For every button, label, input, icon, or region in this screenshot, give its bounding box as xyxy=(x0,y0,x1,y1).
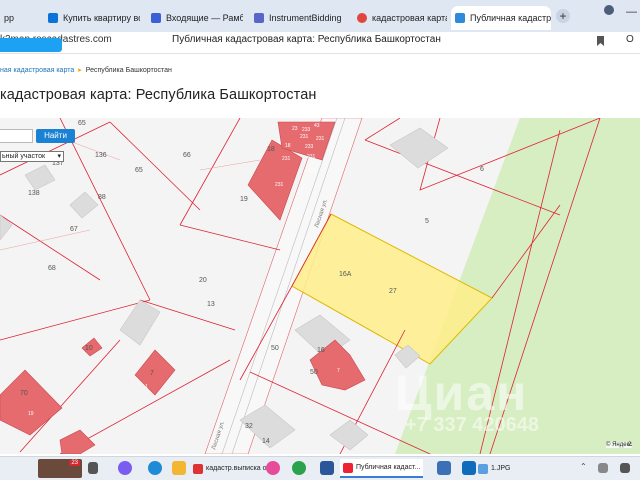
yandex-icon xyxy=(357,13,367,23)
breadcrumb-separator-icon: ▸ xyxy=(78,67,82,74)
favicon-icon xyxy=(48,13,58,23)
edge-icon[interactable] xyxy=(148,461,162,475)
parcel-label: 65 xyxy=(135,167,143,174)
taskbar-app-label: 1.JPG xyxy=(491,465,511,472)
assistant-icon[interactable] xyxy=(118,461,132,475)
parcel-label: 27 xyxy=(389,288,397,295)
tab-active[interactable]: Публичная кадастро✕ xyxy=(451,6,551,30)
layer-select[interactable]: ьный участок xyxy=(0,151,64,162)
parcel-label: 88 xyxy=(98,194,106,201)
mail-icon xyxy=(151,13,161,23)
search-button[interactable]: Найти xyxy=(36,129,75,143)
profile-avatar[interactable] xyxy=(604,5,614,15)
site-nav-button[interactable] xyxy=(0,38,62,52)
parcel-label: 68 xyxy=(48,265,56,272)
building-label: 18 xyxy=(285,143,291,149)
building-label: 231 xyxy=(308,168,317,174)
building-label: 231 xyxy=(282,156,291,162)
parcel-label: 7 xyxy=(150,370,154,377)
taskbar-app-image[interactable]: 1.JPG xyxy=(475,459,513,478)
minimize-button[interactable]: — xyxy=(626,6,637,18)
parcel-label: 13 xyxy=(207,301,215,308)
building-label: 7 xyxy=(337,368,340,374)
browser-tab-bar: рр Купить квартиру во вт Входящие — Рамб… xyxy=(0,0,640,32)
parcel-label: 50 xyxy=(271,345,279,352)
tab-label: кадастровая карта по xyxy=(372,13,447,23)
building-label: 231 xyxy=(300,134,309,140)
taskbar-thumbnail[interactable]: 23 xyxy=(38,459,82,478)
tab-label: InstrumentBidding xyxy=(269,13,342,23)
building-label: 23 xyxy=(292,126,298,132)
taskbar-app-label: Публичная кадаст... xyxy=(356,464,421,471)
building-label: 233 xyxy=(305,144,314,150)
breadcrumb-current: Республика Башкортостан xyxy=(85,67,172,74)
building-label: 231 xyxy=(307,154,316,160)
building-label: 10 xyxy=(298,186,304,192)
file-explorer-icon[interactable] xyxy=(172,461,186,475)
parcel-label: 10 xyxy=(85,345,93,352)
notification-badge: 23 xyxy=(69,460,80,466)
parcel-label: 65 xyxy=(78,120,86,127)
paint-icon[interactable] xyxy=(266,461,280,475)
building-label: 233 xyxy=(302,127,311,133)
parcel-label: 18 xyxy=(267,146,275,153)
parcel-label: 19 xyxy=(240,196,248,203)
tab-3[interactable]: InstrumentBidding xyxy=(250,6,346,30)
yandex-browser-icon xyxy=(343,462,353,473)
search-input[interactable] xyxy=(0,129,33,143)
parcel-label: 14 xyxy=(262,438,270,445)
favicon-icon xyxy=(254,13,264,23)
tab-label: Входящие — Рамблер/ xyxy=(166,13,243,23)
tab-1[interactable]: Купить квартиру во вт xyxy=(44,6,140,30)
breadcrumb-link[interactable]: ная кадастровая карта xyxy=(0,67,74,74)
chevron-up-icon[interactable]: ⌃ xyxy=(580,462,587,471)
building-label: 19 xyxy=(28,411,34,417)
page-heading: кадастровая карта: Республика Башкортост… xyxy=(0,87,317,103)
parcel-label: 136 xyxy=(95,152,107,159)
parcel-label: 50 xyxy=(310,369,318,376)
scale-label: 2 xyxy=(628,442,632,448)
task-view-icon[interactable] xyxy=(88,462,98,474)
bookmark-icon[interactable] xyxy=(597,36,604,46)
taskbar-app-pdf[interactable]: кадастр.выписка о... xyxy=(190,459,275,478)
tab-0[interactable]: рр xyxy=(0,6,24,30)
tab-label: Публичная кадастро xyxy=(470,13,551,23)
photos-icon[interactable] xyxy=(462,461,476,475)
parcel-label: 16А xyxy=(339,271,352,278)
tab-4[interactable]: кадастровая карта по xyxy=(353,6,447,30)
address-bar: k3map.roscadastres.com Публичная кадастр… xyxy=(0,32,640,54)
building-label: 231 xyxy=(275,182,284,188)
parcel-label: 67 xyxy=(70,226,78,233)
parcel-label: 138 xyxy=(28,190,40,197)
taskbar-app-browser[interactable]: Публичная кадаст... xyxy=(340,459,424,478)
building-label: 1 xyxy=(145,384,148,390)
parcel-label: 66 xyxy=(183,152,191,159)
calculator-icon[interactable] xyxy=(437,461,451,475)
taskbar-app-label: кадастр.выписка о... xyxy=(206,465,273,472)
tab-2[interactable]: Входящие — Рамблер/ xyxy=(147,6,243,30)
watermark-phone: +7 337 420648 xyxy=(405,414,540,436)
breadcrumb: ная кадастровая карта ▸ Республика Башкорт… xyxy=(0,66,172,74)
favicon-icon xyxy=(455,13,465,23)
building-label: 43 xyxy=(314,123,320,129)
chrome-icon[interactable] xyxy=(292,461,306,475)
keyboard-icon[interactable] xyxy=(598,463,608,473)
cadastral-map[interactable]: 65 136 66 18 6 137 138 88 65 19 5 67 68 … xyxy=(0,118,640,454)
building-label: 231 xyxy=(316,136,325,142)
parcel-label: 5 xyxy=(425,218,429,225)
parcel-label: 16 xyxy=(317,347,325,354)
parcel-label: 70 xyxy=(20,390,28,397)
pdf-icon xyxy=(193,463,203,474)
tab-label: Купить квартиру во вт xyxy=(63,13,140,23)
profile-icon[interactable]: О xyxy=(626,34,634,45)
speaker-icon[interactable] xyxy=(620,463,630,473)
page-title-bar: Публичная кадастровая карта: Республика … xyxy=(172,34,441,45)
tab-label: рр xyxy=(4,13,15,23)
image-icon xyxy=(478,463,488,474)
parcel-label: 32 xyxy=(245,423,253,430)
word-icon[interactable] xyxy=(320,461,334,475)
new-tab-button[interactable]: + xyxy=(556,9,570,23)
parcel-label: 6 xyxy=(480,166,484,173)
parcel-label: 20 xyxy=(199,277,207,284)
